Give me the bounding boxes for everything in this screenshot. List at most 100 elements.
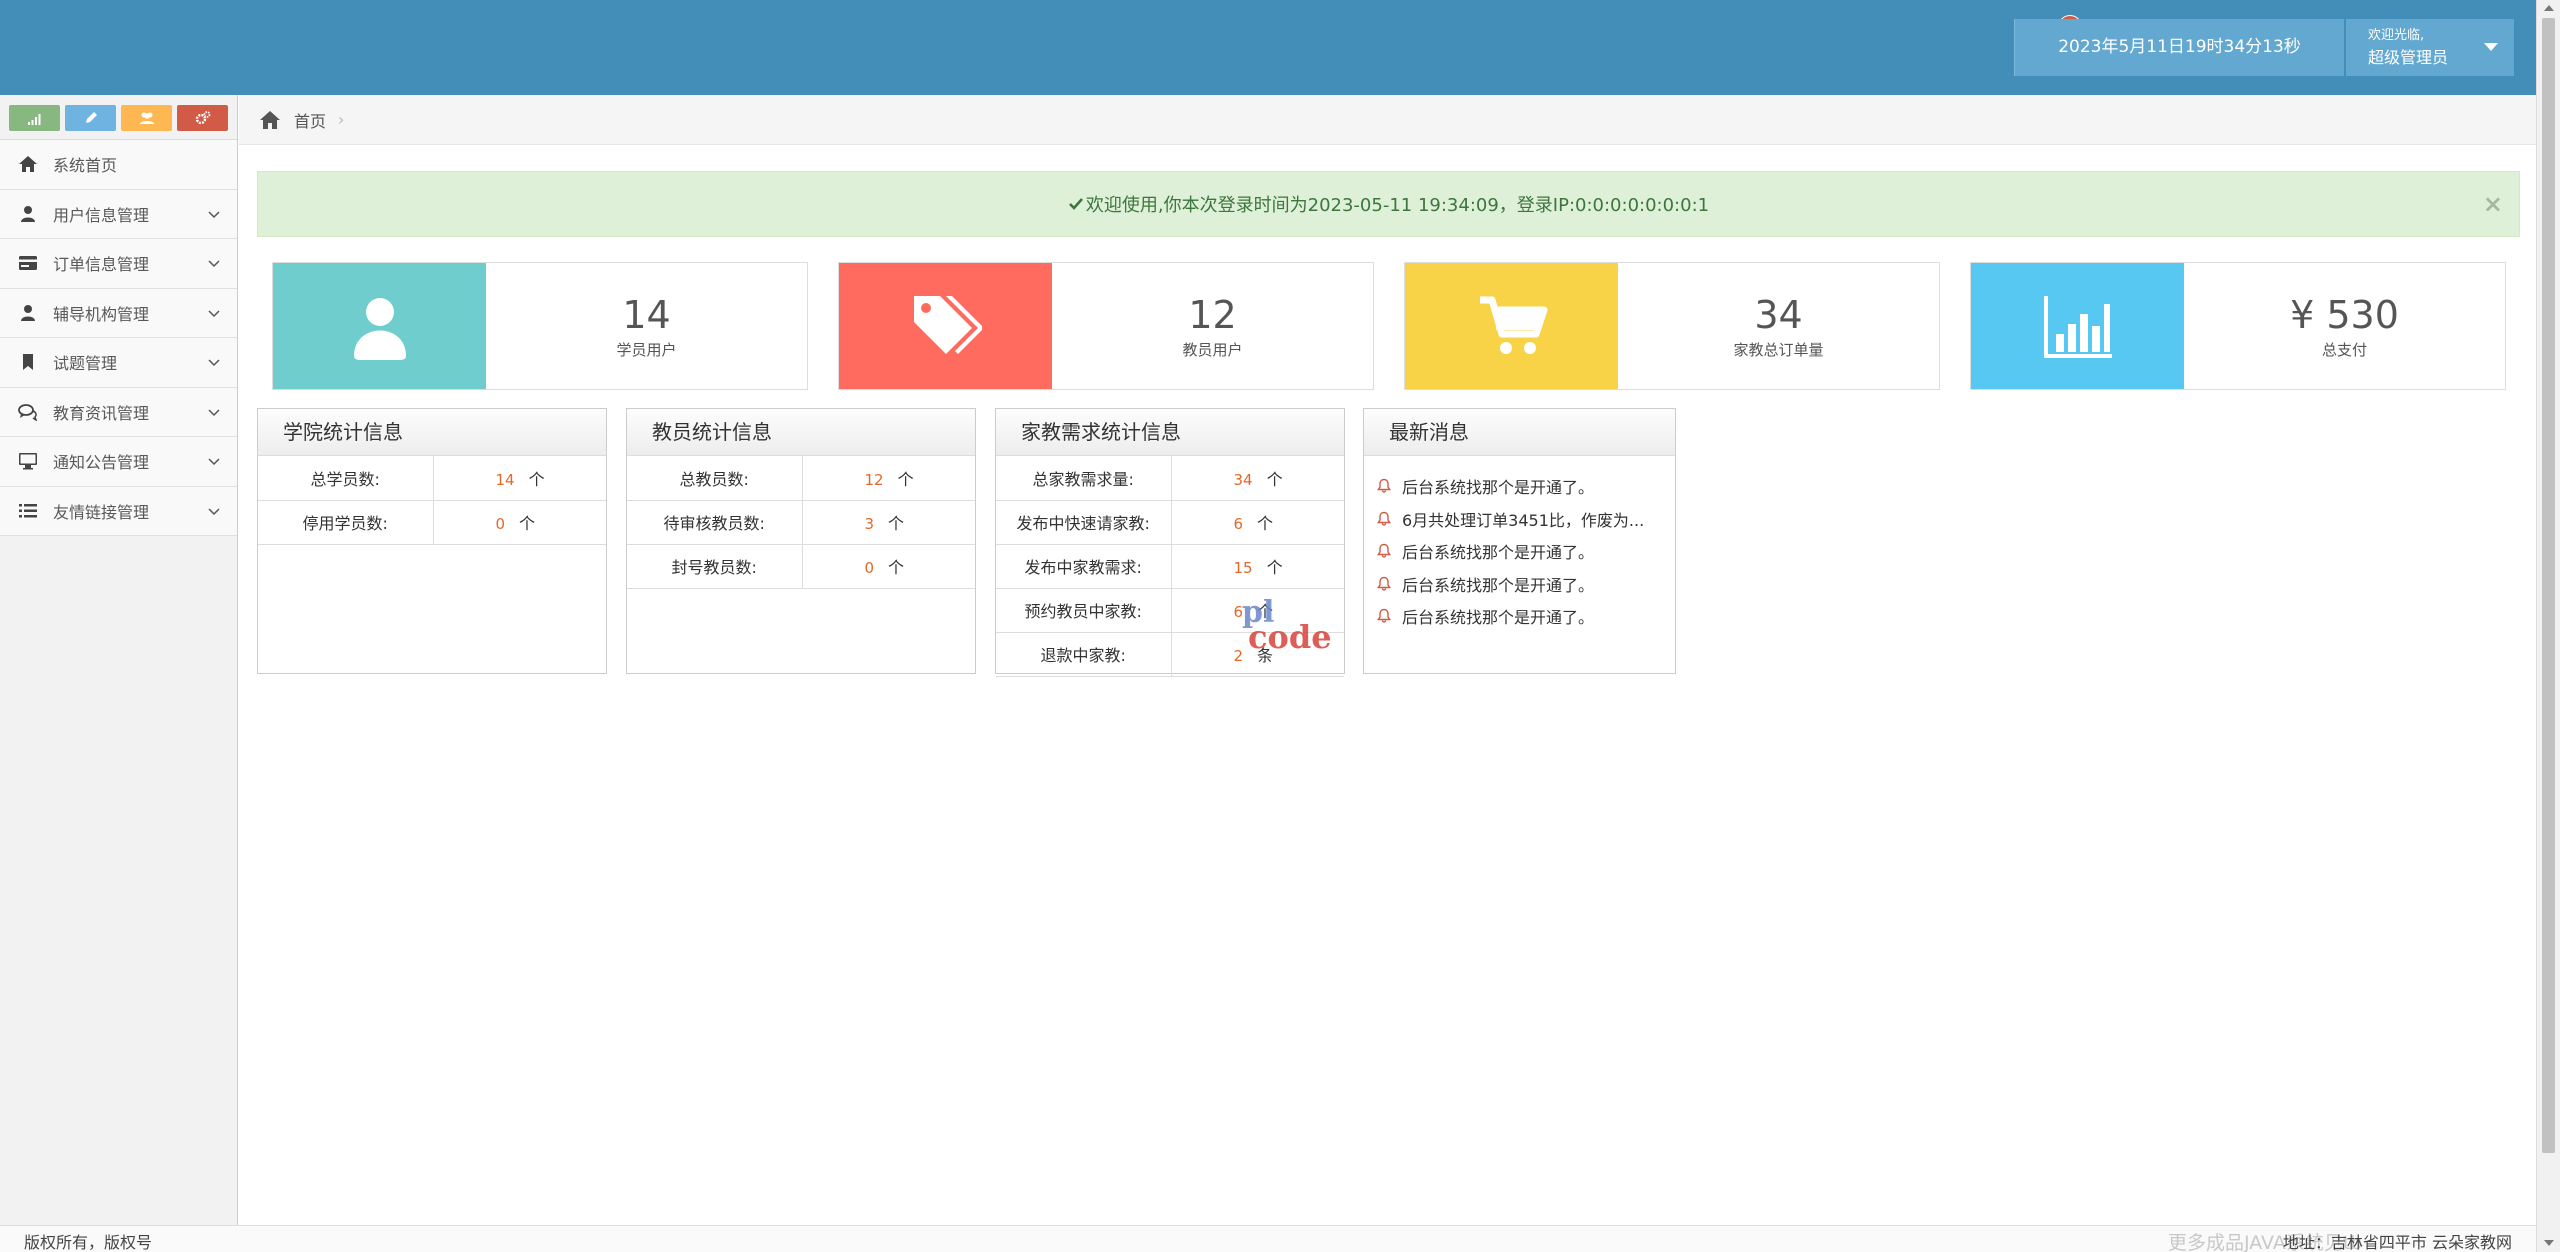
row-unit: 个 — [888, 514, 905, 533]
user-menu[interactable]: 欢迎光临, 超级管理员 — [2346, 19, 2514, 76]
scroll-up-icon[interactable] — [2544, 5, 2554, 11]
list-item[interactable]: 后台系统找那个是开通了。 — [1376, 470, 1675, 503]
list-item[interactable]: 后台系统找那个是开通了。 — [1376, 600, 1675, 633]
chevron-down-icon — [208, 260, 220, 268]
stat-card-payment: ¥ 530 总支付 — [1970, 262, 2506, 390]
shortcut-group-button[interactable] — [121, 105, 172, 131]
row-value: 12 — [864, 470, 884, 489]
list-item[interactable]: 后台系统找那个是开通了。 — [1376, 535, 1675, 568]
latest-news-panel: 最新消息 后台系统找那个是开通了。 6月共处理订单3451比，作废为... 后台… — [1363, 408, 1676, 674]
comments-icon — [17, 402, 39, 422]
sidebar-item-news-management[interactable]: 教育资讯管理 — [0, 387, 237, 437]
pencil-icon — [85, 112, 97, 123]
row-label: 总家教需求量: — [996, 456, 1172, 501]
table-row: 发布中家教需求: 15 个 — [996, 544, 1344, 589]
row-value: 0 — [495, 515, 506, 533]
stat-icon-box — [273, 263, 486, 389]
list-item[interactable]: 6月共处理订单3451比，作废为... — [1376, 503, 1675, 536]
scroll-down-icon[interactable] — [2544, 1240, 2554, 1246]
sidebar-item-notice-management[interactable]: 通知公告管理 — [0, 437, 237, 487]
row-label: 总教员数: — [627, 456, 803, 501]
row-label: 预约教员中家教: — [996, 588, 1172, 633]
row-label: 发布中快速请家教: — [996, 500, 1172, 545]
row-value: 0 — [864, 559, 875, 577]
stat-card-teachers: 12 教员用户 — [838, 262, 1374, 390]
alert-text: 欢迎使用,你本次登录时间为2023-05-11 19:34:09，登录IP:0:… — [1085, 195, 1710, 216]
group-icon — [139, 112, 154, 124]
stat-label: 总支付 — [2321, 340, 2367, 359]
top-navbar: 8 2023年5月11日19时34分13秒 欢迎光临, 超级管理员 — [0, 0, 2536, 95]
stat-card-students: 14 学员用户 — [272, 262, 808, 390]
shortcut-cogs-button[interactable] — [177, 105, 228, 131]
news-text: 后台系统找那个是开通了。 — [1402, 478, 1595, 498]
sidebar-item-label: 用户信息管理 — [53, 205, 150, 225]
copyright-text: 版权所有，版权号 — [24, 1233, 153, 1252]
chevron-down-icon — [208, 458, 220, 466]
row-value: 3 — [864, 515, 875, 533]
sidebar-item-label: 辅导机构管理 — [53, 304, 150, 324]
sidebar-item-order-management[interactable]: 订单信息管理 — [0, 239, 237, 289]
bell-icon — [1376, 576, 1392, 591]
row-value: 34 — [1233, 470, 1253, 489]
table-row: 停用学员数: 0个 — [258, 500, 606, 545]
teacher-stats-panel: 教员统计信息 总教员数: 12 个 待审核教员数: 3个 封号教员数: 0个 — [626, 408, 976, 674]
row-unit: 个 — [528, 469, 545, 489]
sidebar-item-institution-management[interactable]: 辅导机构管理 — [0, 288, 237, 338]
row-unit: 个 — [1266, 469, 1283, 489]
breadcrumb-separator-icon: › — [338, 110, 345, 129]
scrollbar-thumb[interactable] — [2542, 18, 2555, 1153]
stat-icon-box — [1971, 263, 2184, 389]
news-list: 后台系统找那个是开通了。 6月共处理订单3451比，作废为... 后台系统找那个… — [1364, 456, 1675, 633]
table-row: 总学员数: 14 个 — [258, 456, 606, 501]
row-unit: 个 — [897, 469, 914, 489]
stat-value: 12 — [1188, 292, 1237, 337]
list-item[interactable]: 后台系统找那个是开通了。 — [1376, 568, 1675, 601]
news-text: 后台系统找那个是开通了。 — [1402, 608, 1595, 628]
news-text: 6月共处理订单3451比，作废为... — [1402, 510, 1645, 530]
welcome-alert: 欢迎使用,你本次登录时间为2023-05-11 19:34:09，登录IP:0:… — [257, 171, 2520, 237]
shortcut-pencil-button[interactable] — [65, 105, 116, 131]
college-stats-panel: 学院统计信息 总学员数: 14 个 停用学员数: 0个 — [257, 408, 607, 674]
news-text: 后台系统找那个是开通了。 — [1402, 575, 1595, 595]
sidebar: 系统首页 用户信息管理 订单信息管理 辅导机构管理 试题管理 教育资讯管理 通知… — [0, 95, 238, 1225]
check-icon — [1068, 198, 1083, 210]
row-label: 发布中家教需求: — [996, 544, 1172, 589]
home-icon — [260, 110, 280, 129]
tags-icon — [913, 296, 982, 354]
row-unit: 个 — [888, 558, 905, 577]
chevron-down-icon — [208, 408, 220, 416]
row-label: 退款中家教: — [996, 632, 1172, 677]
breadcrumb-home-link[interactable]: 首页 — [294, 108, 326, 132]
stat-card-orders: 34 家教总订单量 — [1404, 262, 1940, 390]
stat-value: 34 — [1754, 292, 1803, 337]
sidebar-item-label: 通知公告管理 — [53, 453, 150, 473]
sidebar-item-label: 教育资讯管理 — [53, 403, 150, 423]
caret-down-icon — [2484, 43, 2498, 51]
desktop-icon — [17, 451, 39, 471]
stat-label: 学员用户 — [616, 340, 677, 359]
home-icon — [17, 154, 39, 174]
row-label: 停用学员数: — [258, 500, 434, 545]
sidebar-item-user-management[interactable]: 用户信息管理 — [0, 189, 237, 239]
panel-title: 最新消息 — [1364, 409, 1675, 456]
shortcut-signal-button[interactable] — [9, 105, 60, 131]
sidebar-item-home[interactable]: 系统首页 — [0, 140, 237, 190]
close-icon[interactable]: × — [2483, 190, 2503, 218]
sidebar-item-links-management[interactable]: 友情链接管理 — [0, 486, 237, 536]
chevron-down-icon — [208, 309, 220, 317]
row-unit: 个 — [1257, 514, 1274, 533]
news-text: 后台系统找那个是开通了。 — [1402, 543, 1595, 563]
stat-icon-box — [1405, 263, 1618, 389]
panel-title: 教员统计信息 — [627, 409, 975, 456]
current-datetime: 2023年5月11日19时34分13秒 — [2014, 19, 2344, 76]
user-icon — [353, 298, 406, 360]
sidebar-item-label: 友情链接管理 — [53, 502, 150, 522]
svg-text:code: code — [1248, 618, 1332, 656]
sidebar-item-exam-management[interactable]: 试题管理 — [0, 338, 237, 388]
credit-card-icon — [17, 253, 39, 273]
page-scrollbar[interactable] — [2536, 0, 2560, 1252]
table-row: 总家教需求量: 34 个 — [996, 456, 1344, 501]
row-label: 待审核教员数: — [627, 500, 803, 545]
row-label: 总学员数: — [258, 456, 434, 501]
stat-value: 14 — [622, 292, 671, 337]
